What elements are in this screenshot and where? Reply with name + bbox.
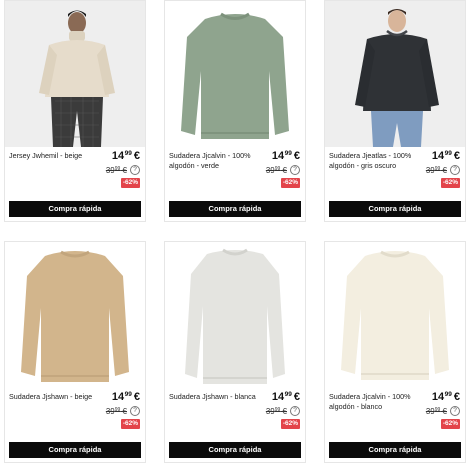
product-title[interactable]: Sudadera Jjcalvin - 100% algodón - blanc… (329, 392, 421, 412)
current-price: 1499 € (431, 150, 460, 162)
quick-buy-button[interactable]: Compra rápida (169, 442, 301, 458)
product-card[interactable]: Sudadera Jjeatlas - 100% algodón - gris … (324, 0, 466, 222)
old-price: 3999 € (425, 165, 447, 175)
old-price-row: 3999 € ? (106, 406, 140, 416)
quick-buy-button[interactable]: Compra rápida (169, 201, 301, 217)
product-card[interactable]: Sudadera Jjcalvin - 100% algodón - verde… (164, 0, 306, 222)
product-title[interactable]: Jersey Jwhemil - beige (9, 151, 101, 161)
discount-badge: -62% (280, 419, 300, 429)
quick-buy-button[interactable]: Compra rápida (9, 442, 141, 458)
product-image[interactable] (5, 242, 145, 388)
product-card[interactable]: Sudadera Jjshawn - blanca 1499 € 3999 € ?… (164, 241, 306, 463)
green-sweater-image (165, 1, 305, 147)
old-price: 3999 € (425, 406, 447, 416)
info-icon[interactable]: ? (130, 165, 140, 175)
product-image[interactable] (325, 242, 465, 388)
old-price: 3999 € (105, 406, 127, 416)
info-icon[interactable]: ? (290, 406, 300, 416)
discount-badge: -62% (440, 178, 460, 188)
old-price-row: 3999 € ? (266, 165, 300, 175)
product-card[interactable]: Jersey Jwhemil - beige 1499 € 3999 € ? -6… (4, 0, 146, 222)
product-title[interactable]: Sudadera Jjeatlas - 100% algodón - gris … (329, 151, 421, 171)
current-price: 1499 € (271, 150, 300, 162)
discount-badge: -62% (280, 178, 300, 188)
beige-sweater-image (5, 242, 145, 388)
discount-badge: -62% (440, 419, 460, 429)
old-price-row: 3999 € ? (266, 406, 300, 416)
old-price-row: 3999 € ? (426, 406, 460, 416)
current-price: 1499 € (271, 391, 300, 403)
current-price: 1499 € (431, 391, 460, 403)
model-turtleneck-image (5, 1, 145, 147)
product-image[interactable] (165, 242, 305, 388)
info-icon[interactable]: ? (130, 406, 140, 416)
old-price: 3999 € (265, 406, 287, 416)
cream-sweater-image (325, 242, 465, 388)
current-price: 1499 € (111, 150, 140, 162)
product-image[interactable] (5, 1, 145, 147)
old-price-row: 3999 € ? (426, 165, 460, 175)
product-title[interactable]: Sudadera Jjshawn - beige (9, 392, 101, 402)
product-image[interactable] (165, 1, 305, 147)
old-price: 3999 € (105, 165, 127, 175)
product-card[interactable]: Sudadera Jjshawn - beige 1499 € 3999 € ? … (4, 241, 146, 463)
old-price-row: 3999 € ? (106, 165, 140, 175)
quick-buy-button[interactable]: Compra rápida (329, 442, 461, 458)
info-icon[interactable]: ? (450, 165, 460, 175)
old-price: 3999 € (265, 165, 287, 175)
product-card[interactable]: Sudadera Jjcalvin - 100% algodón - blanc… (324, 241, 466, 463)
discount-badge: -62% (120, 178, 140, 188)
product-title[interactable]: Sudadera Jjshawn - blanca (169, 392, 261, 402)
current-price: 1499 € (111, 391, 140, 403)
info-icon[interactable]: ? (450, 406, 460, 416)
model-dark-sweater-image (325, 1, 465, 147)
light-grey-sweater-image (165, 242, 305, 388)
info-icon[interactable]: ? (290, 165, 300, 175)
quick-buy-button[interactable]: Compra rápida (329, 201, 461, 217)
quick-buy-button[interactable]: Compra rápida (9, 201, 141, 217)
product-title[interactable]: Sudadera Jjcalvin - 100% algodón - verde (169, 151, 261, 171)
discount-badge: -62% (120, 419, 140, 429)
product-image[interactable] (325, 1, 465, 147)
